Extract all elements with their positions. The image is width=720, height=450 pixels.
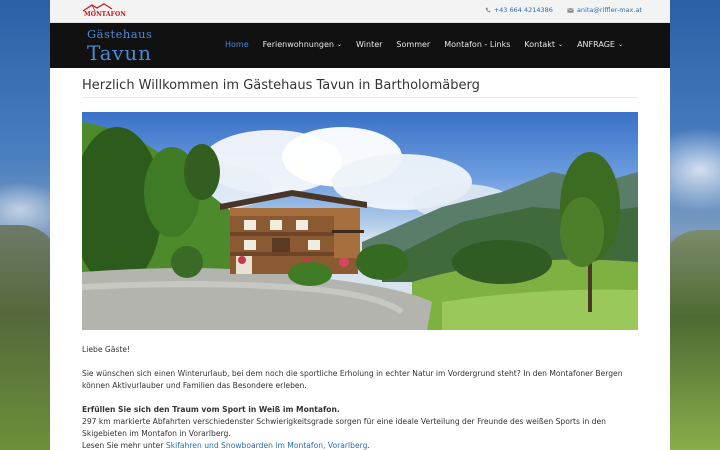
top-bar: MONTAFON +43 664 4214386 anita@riffler-m…: [50, 0, 670, 23]
site-logo[interactable]: Gästehaus Tavun: [87, 27, 153, 65]
intro-text: Liebe Gäste! Sie wünschen sich einen Win…: [82, 344, 638, 450]
nav-sommer[interactable]: Sommer: [389, 40, 437, 49]
nav-label: Kontakt: [524, 40, 556, 49]
site-title-big: Tavun: [87, 40, 152, 65]
greeting: Liebe Gäste!: [82, 345, 131, 354]
site-title-small: Gästehaus: [87, 27, 153, 41]
contact-info: +43 664 4214386 anita@riffler-max.at: [485, 6, 642, 14]
nav-label: ANFRAGE: [577, 40, 615, 49]
nav-label: Winter: [356, 40, 383, 49]
montafon-logo[interactable]: MONTAFON: [82, 3, 130, 19]
main-content: Herzlich Willkommen im Gästehaus Tavun i…: [82, 68, 638, 450]
sport-heading-text: Erfüllen Sie sich den Traum vom Sport in…: [82, 405, 340, 414]
page-container: MONTAFON +43 664 4214386 anita@riffler-m…: [50, 0, 670, 450]
page-title: Herzlich Willkommen im Gästehaus Tavun i…: [82, 78, 480, 93]
read-more-suffix: .: [367, 441, 370, 450]
nav-label: Home: [225, 40, 249, 49]
email-address: anita@riffler-max.at: [576, 6, 642, 14]
main-navigation: Home Ferienwohnungen ⌄ Winter Sommer Mon…: [218, 40, 630, 49]
envelope-icon: [567, 7, 574, 13]
phone-number: +43 664 4214386: [493, 6, 553, 14]
ski-snowboard-link[interactable]: Skifahren und Snowboarden im Montafon, V…: [166, 441, 368, 450]
intro-paragraph: Sie wünschen sich einen Winterurlaub, be…: [82, 369, 623, 390]
email-contact[interactable]: anita@riffler-max.at: [567, 6, 642, 14]
read-more: Lesen Sie mehr unter Skifahren und Snowb…: [82, 440, 638, 450]
nav-anfrage[interactable]: ANFRAGE ⌄: [570, 40, 630, 49]
nav-ferienwohnungen[interactable]: Ferienwohnungen ⌄: [256, 40, 349, 49]
nav-home[interactable]: Home: [218, 40, 256, 49]
hero-illustration: [82, 122, 638, 330]
phone-icon: [485, 7, 491, 13]
nav-kontakt[interactable]: Kontakt ⌄: [517, 40, 570, 49]
title-divider: [82, 97, 638, 98]
logo-word: MONTAFON: [84, 11, 126, 18]
chevron-down-icon: ⌄: [558, 41, 564, 48]
read-more-prefix: Lesen Sie mehr unter: [82, 441, 166, 450]
nav-label: Sommer: [396, 40, 431, 49]
nav-label: Montafon - Links: [444, 40, 511, 49]
sport-paragraph: 297 km markierte Abfahrten verschiedenst…: [82, 417, 606, 438]
chevron-down-icon: ⌄: [617, 41, 623, 48]
nav-winter[interactable]: Winter: [349, 40, 389, 49]
nav-label: Ferienwohnungen: [262, 40, 335, 49]
hero-image: [82, 112, 638, 330]
nav-montafon-links[interactable]: Montafon - Links: [437, 40, 517, 49]
sport-heading: Erfüllen Sie sich den Traum vom Sport in…: [82, 404, 638, 416]
phone-contact[interactable]: +43 664 4214386: [485, 6, 553, 14]
chevron-down-icon: ⌄: [337, 41, 343, 48]
site-header: Gästehaus Tavun Home Ferienwohnungen ⌄ W…: [50, 23, 670, 68]
